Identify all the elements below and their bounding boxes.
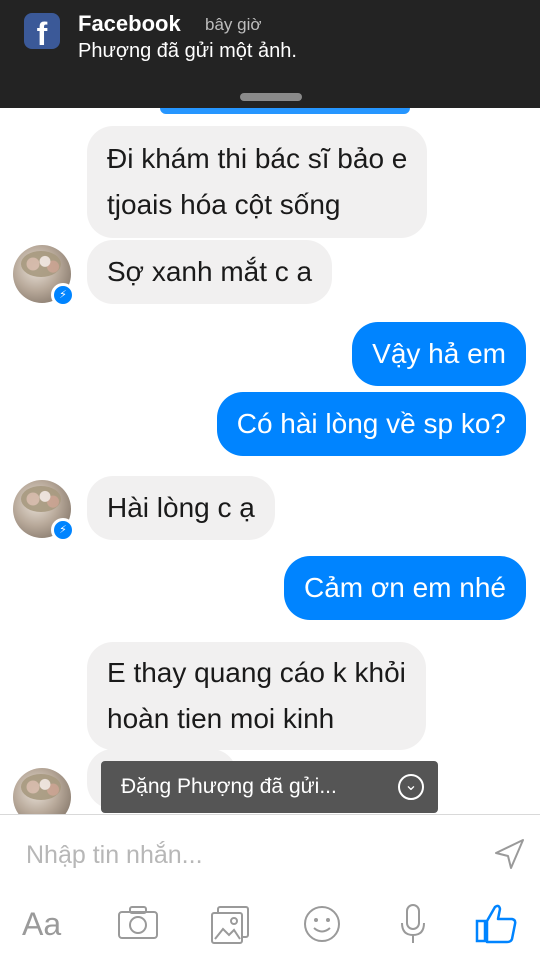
like-thumbs-up-icon[interactable]: [474, 899, 518, 949]
camera-icon[interactable]: [117, 899, 159, 949]
avatar[interactable]: ⚡: [13, 480, 75, 542]
notification-time: bây giờ: [205, 15, 262, 34]
avatar-photo: [21, 774, 61, 800]
avatar-photo: [21, 486, 61, 512]
facebook-icon: f: [24, 13, 60, 49]
notification-banner[interactable]: f Facebook bây giờ Phượng đã gửi một ảnh…: [0, 0, 540, 108]
text-format-button[interactable]: Aa: [22, 899, 61, 949]
emoji-icon[interactable]: [302, 899, 342, 949]
message-text: Sợ xanh mắt c a: [107, 256, 313, 287]
message-line: hoàn tien moi kinh: [107, 703, 335, 734]
message-text: Cảm ơn em nhé: [303, 572, 506, 603]
partial-outgoing-bubble: [160, 108, 410, 114]
chat-thread[interactable]: Đi khám thi bác sĩ bảo e tjoais hóa cột …: [0, 108, 540, 814]
message-line: Đi khám thi bác sĩ bảo e: [107, 143, 408, 174]
message-line: tjoais hóa cột sống: [107, 189, 341, 220]
incoming-message: Hài lòng c ạ: [87, 476, 275, 540]
toast-text: Đặng Phượng đã gửi...: [121, 775, 337, 798]
notification-app-name: Facebook: [78, 11, 181, 36]
outgoing-message: Cảm ơn em nhé: [283, 556, 526, 620]
message-input[interactable]: [26, 835, 466, 875]
incoming-message: Đi khám thi bác sĩ bảo e tjoais hóa cột …: [87, 126, 428, 238]
composer: Aa: [0, 814, 540, 960]
message-line: E thay quang cáo k khỏi: [107, 657, 406, 688]
notification-body: Phượng đã gửi một ảnh.: [78, 40, 297, 62]
avatar[interactable]: ⚡: [13, 245, 75, 307]
outgoing-message: Có hài lòng về sp ko?: [216, 392, 526, 456]
message-text: Hài lòng c ạ: [107, 492, 255, 523]
composer-toolbar: Aa: [0, 899, 540, 951]
incoming-message: E thay quang cáo k khỏi hoàn tien moi ki…: [87, 642, 426, 750]
photo-gallery-icon[interactable]: [210, 899, 250, 949]
chevron-down-icon: ⌄: [398, 774, 424, 800]
new-message-toast[interactable]: Đặng Phượng đã gửi... ⌄: [101, 761, 438, 813]
messenger-badge-icon: ⚡: [51, 283, 75, 307]
message-text: Vậy hả em: [372, 338, 506, 369]
messenger-badge-icon: ⚡: [51, 518, 75, 542]
avatar[interactable]: [13, 768, 71, 814]
microphone-icon[interactable]: [398, 899, 428, 949]
incoming-message: Sợ xanh mắt c a: [87, 240, 333, 304]
avatar-photo: [21, 251, 61, 277]
outgoing-message: Vậy hả em: [352, 322, 526, 386]
message-text: Có hài lòng về sp ko?: [236, 408, 506, 439]
notification-drag-handle[interactable]: [240, 93, 302, 101]
send-icon[interactable]: [492, 837, 526, 871]
